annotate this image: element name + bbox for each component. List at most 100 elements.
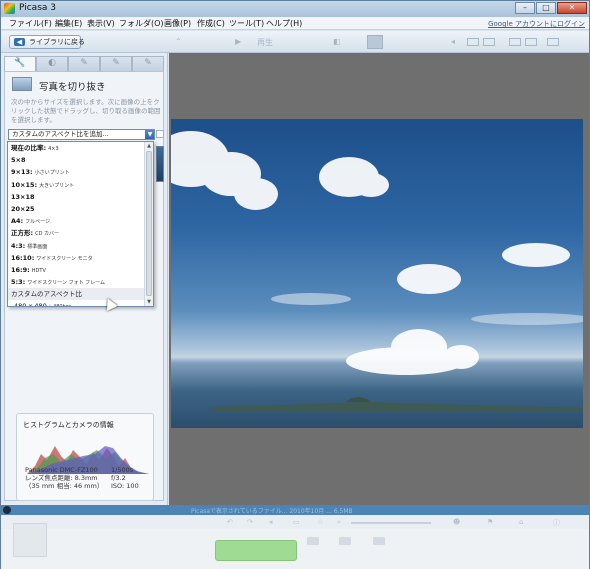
aspect-ratio-option-sublabel: フルページ: [25, 219, 51, 226]
tab-basic-fixes[interactable]: 🔧: [4, 56, 36, 71]
zoom-icon[interactable]: ⌕: [337, 518, 341, 527]
tab-tuning[interactable]: ◐: [36, 56, 68, 71]
crop-photo-icon: [12, 77, 32, 91]
pencil-icon: ✎: [112, 58, 120, 68]
aspect-ratio-option[interactable]: 4:3: 標準画面: [8, 240, 145, 252]
tab-effects-1[interactable]: ✎: [68, 56, 100, 71]
camera-info-row: （35 mm 相当: 46 mm） ISO: 100: [25, 482, 151, 490]
star-icon[interactable]: ☆: [317, 518, 323, 526]
shutter-speed: 1/500s: [111, 466, 134, 474]
aspect-ratio-option-sublabel: 4×3: [48, 146, 59, 152]
crop-preview-toggle[interactable]: [156, 130, 164, 138]
menu-view[interactable]: 表示(V): [87, 18, 115, 29]
menu-create[interactable]: 作成(C): [197, 18, 225, 29]
rotate-right-icon[interactable]: ↷: [247, 518, 253, 526]
aspect-ratio-option[interactable]: 5×8: [8, 154, 145, 166]
info-icon[interactable]: ◧: [333, 37, 341, 46]
cloud-shapes: [171, 131, 583, 375]
tab-effects-2[interactable]: ✎: [100, 56, 132, 71]
play-label[interactable]: 再生: [257, 37, 273, 48]
status-icon: [3, 506, 11, 514]
aspect-ratio-option[interactable]: 9×13: 小さいプリント: [8, 166, 145, 178]
aspect-ratio-option[interactable]: 13×18: [8, 191, 145, 203]
people-icon[interactable]: ☻: [453, 518, 460, 526]
back-to-library-label: ライブラリに戻る: [29, 38, 85, 46]
menu-edit[interactable]: 編集(E): [55, 18, 82, 29]
back-to-library-button[interactable]: ◀ ライブラリに戻る: [9, 35, 85, 49]
view-mode-button[interactable]: [367, 35, 383, 49]
aspect-ratio-option-sublabel: 480box: [53, 304, 72, 306]
aspect-ratio-option[interactable]: 現在の比率: 4×3: [8, 142, 145, 154]
menu-picture[interactable]: 画像(P): [164, 18, 191, 29]
aperture: f/3.2: [111, 474, 126, 482]
crop-preview-thumbnail: [156, 146, 164, 182]
focal-length: レンズ焦点距離: 8.3mm: [25, 474, 98, 482]
play-icon[interactable]: ▶: [235, 37, 241, 46]
aspect-ratio-option[interactable]: 16:10: ワイドスクリーン モニタ: [8, 252, 145, 264]
aspect-ratio-option[interactable]: 10×15: 大きいプリント: [8, 179, 145, 191]
scroll-up-icon[interactable]: ▲: [145, 142, 153, 150]
chevron-down-icon[interactable]: ▼: [145, 130, 154, 139]
scrollbar-thumb[interactable]: [146, 151, 152, 296]
aspect-ratio-option[interactable]: 16:9: HDTV: [8, 264, 145, 276]
island-silhouette: [211, 402, 583, 411]
aspect-ratio-option-label: 4:3:: [11, 241, 26, 250]
aspect-ratio-option-sublabel: ワイドスクリーン フォト フレーム: [27, 280, 106, 287]
export-icon[interactable]: [373, 537, 385, 545]
status-bar: Picasaで表示されているファイル... 2010年10月 ... 6.5MB: [1, 505, 589, 515]
scroll-down-icon[interactable]: ▼: [145, 298, 153, 306]
aspect-ratio-option-label: 5:3:: [11, 278, 26, 287]
aspect-ratio-option[interactable]: 5:3: ワイドスクリーン フォト フレーム: [8, 276, 145, 288]
aspect-ratio-option[interactable]: A4: フルページ: [8, 215, 145, 227]
photo-controls: ↶ ↷ ◂ ▭ ☆ ⌕ ☻ ⚑ ⌂ ⓘ: [1, 515, 589, 529]
photo-image[interactable]: [171, 119, 583, 428]
menu-file[interactable]: ファイル(F): [9, 18, 52, 29]
place-icon[interactable]: ⌂: [519, 518, 523, 526]
caption-icon[interactable]: ▭: [293, 518, 300, 526]
info-panel-icon[interactable]: ⓘ: [553, 518, 560, 528]
menu-tools[interactable]: ツール(T): [229, 18, 264, 29]
view-grid-button[interactable]: [509, 38, 521, 46]
aspect-ratio-option-label: 5×8: [11, 156, 26, 165]
view-compare-button[interactable]: [483, 38, 495, 46]
aspect-ratio-option-label: カスタムのアスペクト比: [11, 290, 83, 299]
title-bar: Picasa 3 – □ ✕: [1, 1, 589, 17]
menu-help[interactable]: ヘルプ(H): [266, 18, 302, 29]
view-wide-button[interactable]: [547, 38, 559, 46]
aspect-ratio-option[interactable]: 20×25: [8, 203, 145, 215]
minimize-button[interactable]: –: [515, 2, 535, 14]
window-title: Picasa 3: [19, 3, 56, 13]
aspect-ratio-select[interactable]: カスタムのアスペクト比を追加... ▼: [8, 129, 155, 140]
google-account-link[interactable]: Google アカウントにログイン: [488, 19, 585, 29]
aspect-ratio-option-sublabel: CD カバー: [35, 231, 60, 238]
aspect-ratio-option: カスタムのアスペクト比: [8, 288, 145, 301]
dropdown-scrollbar[interactable]: ▲ ▼: [144, 142, 153, 306]
camera-info-row: Panasonic DMC-FZ100 1/500s: [25, 466, 151, 474]
close-button[interactable]: ✕: [557, 2, 587, 14]
adjust-icon: ◐: [48, 58, 56, 68]
print-icon[interactable]: [339, 537, 351, 545]
menu-folder[interactable]: フォルダ(O): [119, 18, 164, 29]
upload-button[interactable]: [215, 540, 297, 561]
tray-thumbnail[interactable]: [13, 523, 47, 557]
brush-icon: ✎: [80, 58, 88, 68]
picasa-window: Picasa 3 – □ ✕ ファイル(F) 編集(E) 表示(V) フォルダ(…: [0, 0, 590, 569]
zoom-slider[interactable]: [351, 522, 431, 524]
view-single-button[interactable]: [467, 38, 479, 46]
email-icon[interactable]: [307, 537, 319, 545]
aspect-ratio-option[interactable]: 480 x 480 :480box: [8, 300, 145, 306]
view-full-button[interactable]: [525, 38, 537, 46]
tab-effects-3[interactable]: ✎: [132, 56, 164, 71]
aspect-ratio-option-label: 16:9:: [11, 265, 30, 274]
prev-photo-icon[interactable]: ◂: [269, 518, 273, 526]
aspect-ratio-option-label: 9×13:: [11, 168, 33, 177]
aspect-ratio-option[interactable]: 正方形: CD カバー: [8, 227, 145, 239]
rotate-left-icon[interactable]: ↶: [227, 518, 233, 526]
rotate-icon[interactable]: ⌃: [175, 37, 182, 46]
tag-icon[interactable]: ⚑: [487, 518, 493, 526]
maximize-button[interactable]: □: [536, 2, 556, 14]
aspect-ratio-option-label: 正方形:: [11, 229, 34, 238]
aspect-ratio-option-label: 現在の比率:: [11, 144, 47, 152]
nav-left-icon[interactable]: ◂: [451, 37, 455, 46]
camera-info: Panasonic DMC-FZ100 1/500s レンズ焦点距離: 8.3m…: [25, 466, 151, 490]
